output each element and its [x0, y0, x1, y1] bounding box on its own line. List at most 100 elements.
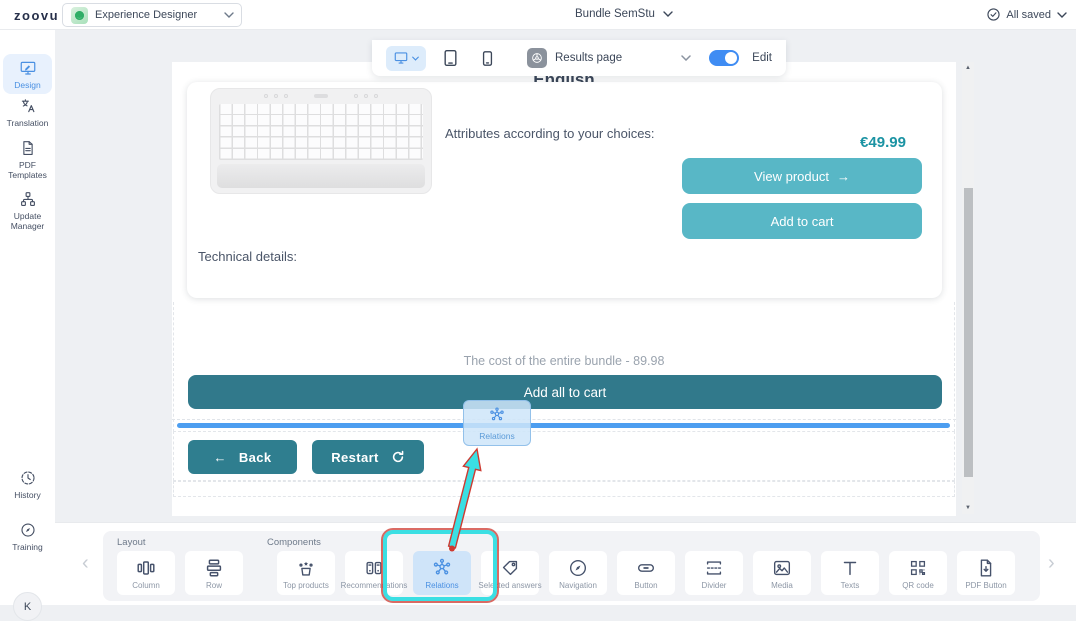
scroll-down-icon[interactable]: ▼ [962, 505, 974, 511]
text-icon [839, 557, 861, 579]
restart-button[interactable]: Restart [312, 440, 424, 474]
page-selector-label: Results page [555, 52, 622, 64]
tile-label: PDF Button [965, 581, 1006, 590]
tile-label: Navigation [559, 581, 597, 590]
save-status-dropdown[interactable]: All saved [987, 8, 1066, 21]
component-tile-pdf-button[interactable]: PDF Button [957, 551, 1015, 595]
history-clock-icon [19, 469, 37, 487]
divider-icon [703, 557, 725, 579]
column-icon [135, 557, 157, 579]
scrollbar-thumb[interactable] [964, 188, 973, 477]
arrow-left-icon: ← [213, 450, 226, 465]
component-tile-media[interactable]: Media [753, 551, 811, 595]
sidebar-item-label: Translation [7, 118, 49, 128]
row-icon [203, 557, 225, 579]
attributes-label: Attributes according to your choices: [445, 126, 655, 141]
component-tile-divider[interactable]: Divider [685, 551, 743, 595]
tile-label: Relations [425, 581, 458, 590]
component-tile-relations[interactable]: Relations [413, 551, 471, 595]
scroll-up-icon[interactable]: ▲ [962, 65, 974, 71]
edit-toggle-label: Edit [752, 52, 772, 64]
drop-zone-outline [173, 302, 955, 432]
media-image-icon [771, 557, 793, 579]
navigation-compass-icon [567, 557, 589, 579]
recommendations-icon [363, 557, 385, 579]
sidebar-item-design[interactable]: Design [3, 54, 52, 94]
tag-icon [499, 557, 521, 579]
device-desktop-button[interactable] [386, 46, 426, 71]
panel-scroll-right-icon[interactable]: › [1048, 553, 1055, 573]
app-switcher-label: Experience Designer [95, 9, 217, 21]
component-tile-top-products[interactable]: Top products [277, 551, 335, 595]
view-product-button[interactable]: View product → [682, 158, 922, 194]
edit-toggle[interactable] [709, 50, 739, 66]
tile-label: Column [132, 581, 160, 590]
sidebar-item-label: PDF Templates [3, 160, 52, 180]
add-to-cart-label: Add to cart [771, 214, 834, 229]
sidebar-item-label: Design [14, 80, 40, 90]
experience-designer-app-icon [71, 7, 88, 24]
sidebar-item-history[interactable]: History [3, 464, 52, 504]
layout-tile-row[interactable]: Row [185, 551, 243, 595]
tile-label: Media [771, 581, 793, 590]
results-page-preview: English Attributes according to your cho… [172, 62, 956, 516]
sidebar-item-label: History [14, 490, 40, 500]
component-tile-selected-answers[interactable]: Selected answers [481, 551, 539, 595]
save-status-label: All saved [1006, 9, 1051, 21]
app-switcher-dropdown[interactable]: Experience Designer [62, 3, 242, 27]
component-tile-recommendations[interactable]: Recommendations [345, 551, 403, 595]
pdf-button-icon [975, 557, 997, 579]
user-avatar[interactable]: K [13, 592, 42, 621]
page-selector[interactable]: Results page [527, 48, 622, 68]
dragged-component-label: Relations [479, 431, 514, 441]
component-tile-qr-code[interactable]: QR code [889, 551, 947, 595]
device-mobile-button[interactable] [474, 46, 500, 71]
top-bar: zoovu Experience Designer Bundle SemStu … [0, 0, 1076, 30]
device-tablet-button[interactable] [437, 46, 463, 71]
restart-label: Restart [331, 450, 379, 465]
restart-icon [391, 450, 405, 464]
chevron-down-icon[interactable] [681, 55, 690, 61]
dragged-relations-component[interactable]: Relations [463, 400, 531, 446]
project-title-dropdown[interactable]: Bundle SemStu [575, 8, 672, 20]
tile-label: Recommendations [341, 581, 408, 590]
panel-scroll-left-icon[interactable]: ‹ [82, 553, 89, 573]
component-tile-navigation[interactable]: Navigation [549, 551, 607, 595]
sidebar-item-label: Training [12, 542, 42, 552]
sitemap-icon [19, 190, 37, 208]
relations-icon [431, 557, 453, 579]
left-sidebar: Design Translation PDF Templates Update … [0, 30, 55, 605]
top-products-icon [295, 557, 317, 579]
check-circle-icon [987, 8, 1000, 21]
chevron-down-icon [663, 11, 672, 17]
component-tile-button[interactable]: Button [617, 551, 675, 595]
zoovu-logo: zoovu [14, 8, 59, 23]
component-tile-texts[interactable]: Texts [821, 551, 879, 595]
sidebar-item-training[interactable]: Training [3, 516, 52, 556]
layout-tile-column[interactable]: Column [117, 551, 175, 595]
sidebar-item-label: Update Manager [3, 211, 52, 231]
button-icon [635, 557, 657, 579]
sidebar-item-update-manager[interactable]: Update Manager [3, 185, 52, 235]
chevron-down-icon [224, 12, 233, 18]
layout-section-label: Layout [117, 537, 146, 548]
back-button[interactable]: ← Back [188, 440, 297, 474]
sidebar-item-translation[interactable]: Translation [3, 92, 52, 132]
sidebar-item-pdf-templates[interactable]: PDF Templates [3, 134, 52, 184]
drop-indicator-line [177, 423, 950, 428]
product-image-keyboard [210, 88, 432, 194]
components-section-label: Components [267, 537, 321, 548]
product-card[interactable]: Attributes according to your choices: €4… [187, 82, 942, 298]
canvas-scrollbar[interactable]: ▲ ▼ [962, 62, 974, 514]
tile-label: Selected answers [478, 581, 541, 590]
results-page-icon [527, 48, 547, 68]
design-canvas: English Attributes according to your cho… [55, 30, 1076, 522]
pdf-file-icon [19, 139, 37, 157]
product-price: €49.99 [823, 134, 943, 151]
back-label: Back [239, 450, 272, 465]
tile-label: Button [634, 581, 657, 590]
add-to-cart-button[interactable]: Add to cart [682, 203, 922, 239]
tile-label: QR code [902, 581, 934, 590]
chevron-down-icon [412, 56, 419, 61]
component-panel: ‹ Layout Components Column Row Top produ… [0, 522, 1076, 605]
